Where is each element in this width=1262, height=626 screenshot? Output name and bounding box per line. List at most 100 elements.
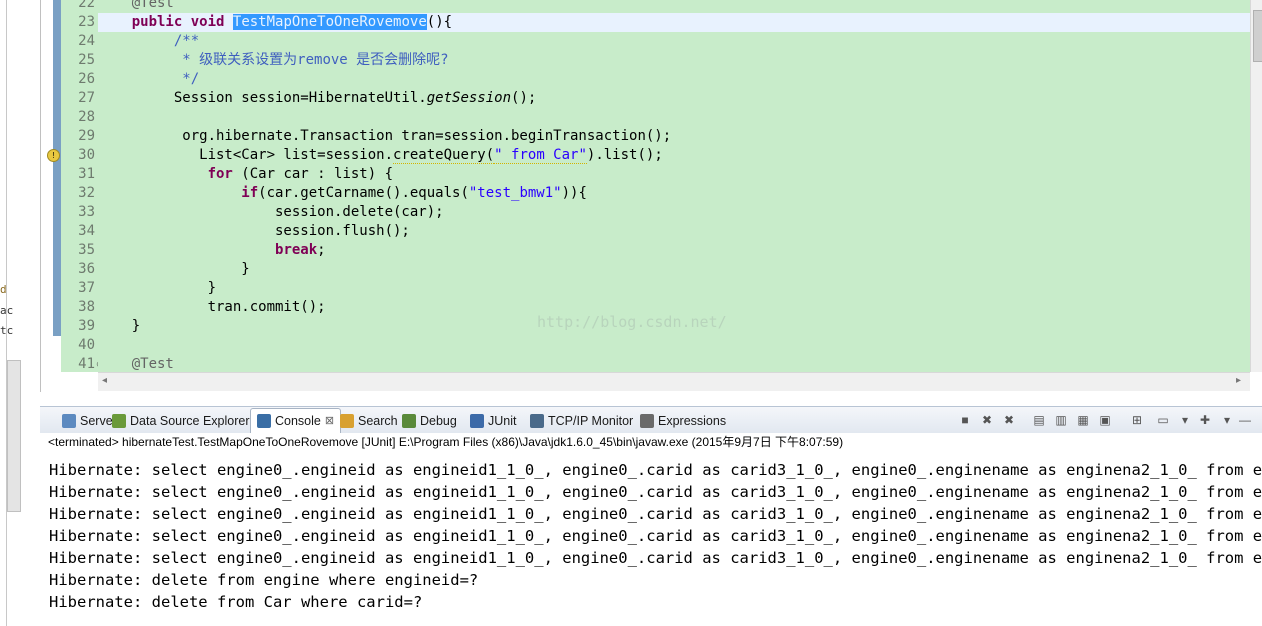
line-number: 40 (78, 337, 95, 353)
code-line[interactable]: @Test (98, 355, 174, 372)
code-token: )){ (561, 185, 587, 201)
tab-label: Expressions (658, 414, 727, 428)
code-line[interactable]: session.delete(car); (98, 203, 444, 222)
code-line[interactable]: List<Car> list=session.createQuery(" fro… (98, 146, 663, 165)
code-line[interactable]: if(car.getCarname().equals("test_bmw1"))… (98, 184, 587, 203)
clear-console-icon[interactable]: ▤ (1032, 413, 1046, 427)
code-line[interactable]: session.flush(); (98, 222, 410, 241)
code-token: " from Car" (494, 147, 587, 164)
scroll-lock-icon[interactable]: ▥ (1054, 413, 1068, 427)
display-dropdown-icon[interactable]: ▾ (1178, 413, 1192, 427)
line-number: 30 (78, 147, 95, 163)
code-token: if (241, 185, 259, 201)
close-tab-icon[interactable]: ⊠ (325, 411, 334, 431)
code-line[interactable]: /** (98, 32, 199, 51)
line-number: 31 (78, 166, 95, 182)
console-line: Hibernate: delete from Car where carid=? (49, 593, 423, 611)
code-line[interactable]: org.hibernate.Transaction tran=session.b… (98, 127, 671, 146)
tab-junit[interactable]: JUnit (470, 411, 516, 431)
line-number: 22 (78, 0, 95, 11)
bottom-view-tabbar: Servers Data Source Explorer Console ⊠ Searc… (40, 406, 1262, 434)
remove-all-icon[interactable]: ✖ (1002, 413, 1016, 427)
pin-console-icon[interactable]: ⊞ (1130, 413, 1144, 427)
code-token: createQuery( (393, 147, 495, 164)
code-token: "test_bmw1" (468, 185, 562, 201)
tab-debug[interactable]: Debug (402, 411, 457, 431)
code-token: void (190, 14, 225, 30)
tab-expressions[interactable]: Expressions (640, 411, 726, 431)
code-line[interactable]: @Test (98, 0, 174, 13)
tab-search[interactable]: Search (340, 411, 398, 431)
console-line: Hibernate: select engine0_.engineid as e… (49, 483, 1262, 501)
bug-icon (402, 414, 416, 428)
code-editor[interactable]: ! 22 23 24 25 26 27 28 29 30 31 32 33 34 35 36 37 38 39 40… (40, 0, 1262, 392)
open-console-icon[interactable]: ✚ (1198, 413, 1212, 427)
explorer-scrollbar[interactable] (7, 360, 21, 512)
open-dropdown-icon[interactable]: ▾ (1220, 413, 1234, 427)
code-line[interactable]: } (98, 317, 140, 336)
explorer-fragment: d (0, 283, 7, 296)
remove-launch-icon[interactable]: ✖ (980, 413, 994, 427)
annotation-ruler (46, 0, 63, 372)
code-line[interactable]: * 级联关系设置为remove 是否会删除呢? (98, 51, 448, 70)
code-token: Session session=HibernateUtil. (98, 90, 427, 106)
line-number: 39 (78, 318, 95, 334)
explorer-fragment: ac (0, 304, 14, 317)
show-console-icon[interactable]: ▣ (1098, 413, 1112, 427)
package-explorer-edge: d ac tc (0, 0, 40, 626)
code-line[interactable]: Session session=HibernateUtil.getSession… (98, 89, 536, 108)
tab-data-source-explorer[interactable]: Data Source Explorer (112, 411, 250, 431)
minimize-icon[interactable]: — (1238, 413, 1252, 427)
monitor-icon (530, 414, 544, 428)
word-wrap-icon[interactable]: ▦ (1076, 413, 1090, 427)
line-number: 27 (78, 90, 95, 106)
code-token: public (131, 14, 183, 30)
line-number: 24 (78, 33, 95, 49)
display-console-icon[interactable]: ▭ (1156, 413, 1170, 427)
tab-tcpip-monitor[interactable]: TCP/IP Monitor (530, 411, 633, 431)
code-line[interactable]: } (98, 260, 249, 279)
warning-icon[interactable]: ! (47, 149, 60, 162)
terminate-icon[interactable]: ■ (958, 413, 972, 427)
tab-label: Search (358, 414, 398, 428)
code-token: (){ (426, 14, 453, 30)
scroll-thumb[interactable] (1253, 10, 1262, 62)
console-icon (257, 414, 271, 428)
view-separator (40, 392, 1262, 406)
code-line[interactable]: */ (98, 70, 199, 89)
code-token: /** (173, 33, 200, 49)
line-number: 38 (78, 299, 95, 315)
code-token: */ (182, 71, 200, 87)
editor-horizontal-scrollbar[interactable]: ◂ ▸ (98, 372, 1250, 391)
code-token: (car.getCarname().equals( (258, 185, 469, 201)
code-line[interactable]: public void TestMapOneToOneRovemove(){ (98, 13, 452, 32)
scroll-left-icon[interactable]: ◂ (102, 375, 107, 386)
code-token: ; (317, 242, 326, 258)
search-icon (340, 414, 354, 428)
database-icon (112, 414, 126, 428)
code-line[interactable]: break; (98, 241, 326, 260)
code-token: TestMapOneToOneRovemove (232, 14, 427, 30)
editor-vertical-scrollbar[interactable] (1250, 0, 1262, 372)
console-line: Hibernate: select engine0_.engineid as e… (49, 461, 1262, 479)
code-line[interactable]: } (98, 279, 216, 298)
junit-icon (470, 414, 484, 428)
console-output[interactable]: Hibernate: select engine0_.engineid as e… (40, 451, 1262, 626)
code-line[interactable]: tran.commit(); (98, 298, 326, 317)
tab-label: JUnit (488, 414, 517, 428)
tab-label: Data Source Explorer (130, 414, 250, 428)
line-number: 35 (78, 242, 95, 258)
scroll-right-icon[interactable]: ▸ (1236, 375, 1241, 386)
code-token: for (207, 166, 233, 182)
tab-console[interactable]: Console ⊠ (250, 408, 342, 433)
code-token: break (275, 242, 318, 258)
console-status: <terminated> hibernateTest.TestMapOneToO… (40, 433, 1262, 451)
code-line[interactable]: for (Car car : list) { (98, 165, 393, 184)
line-number: 28 (78, 109, 95, 125)
